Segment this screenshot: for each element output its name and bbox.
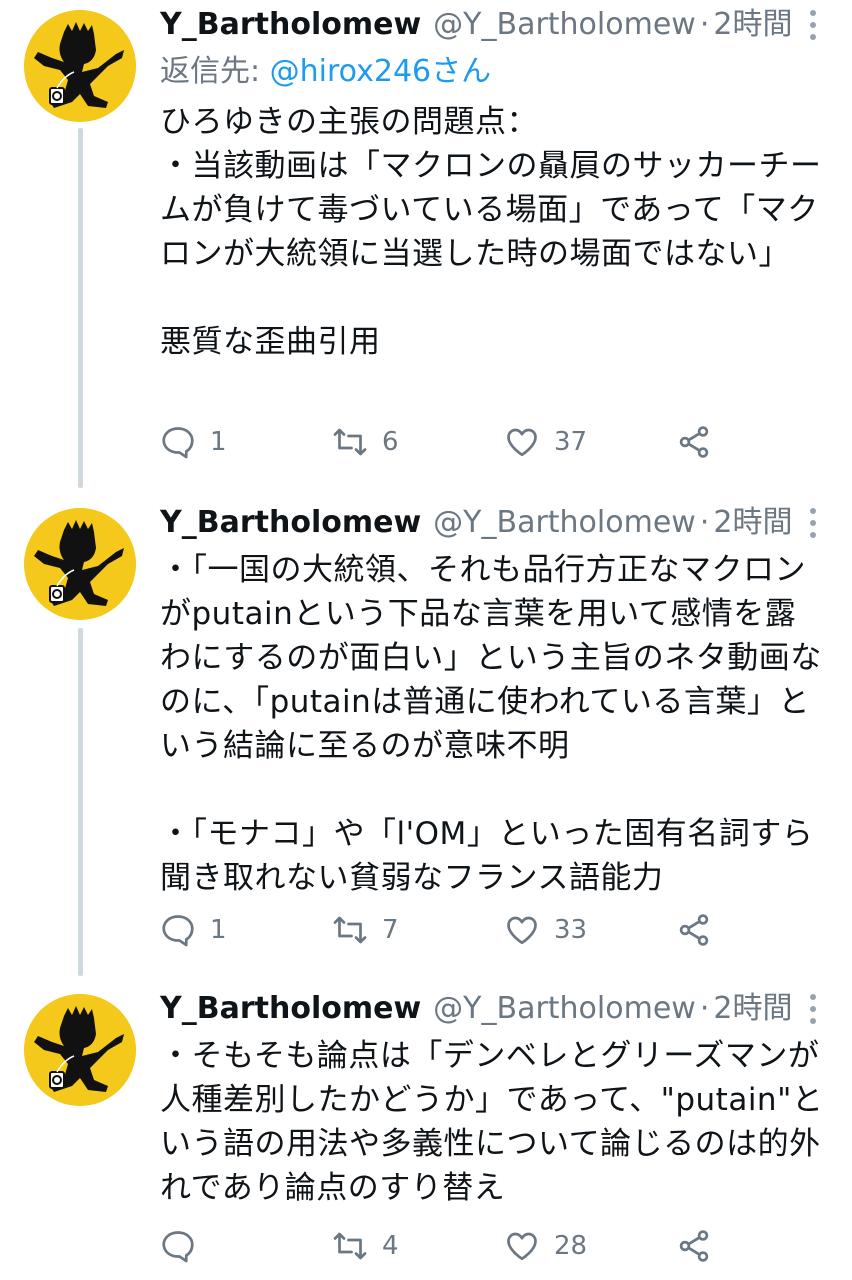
- user-avatar[interactable]: [24, 508, 136, 620]
- share-button[interactable]: [676, 420, 712, 464]
- retweet-count: 6: [382, 427, 399, 457]
- like-count: 33: [554, 915, 588, 945]
- user-avatar[interactable]: [24, 10, 136, 122]
- retweet-button[interactable]: 7: [332, 908, 399, 952]
- reply-to-label: 返信先:: [160, 54, 270, 89]
- reply-mention-link[interactable]: @hirox246さん: [270, 54, 491, 89]
- display-name[interactable]: Y_Bartholomew: [160, 0, 421, 50]
- heart-icon: [507, 428, 537, 457]
- silhouette-icon: [24, 10, 136, 122]
- tweet-header: Y_Bartholomew @Y_Bartholomew · 2時間: [160, 984, 824, 1034]
- display-name[interactable]: Y_Bartholomew: [160, 498, 421, 548]
- like-button[interactable]: 33: [504, 908, 587, 952]
- more-options-icon[interactable]: [808, 994, 818, 1024]
- speech-bubble-icon: [162, 915, 194, 947]
- retweet-arrows-icon: [333, 1232, 367, 1260]
- share-button[interactable]: [676, 908, 712, 952]
- user-handle[interactable]: @Y_Bartholomew: [433, 498, 696, 548]
- tweet-text: ・「一国の大統領、それも品行方正なマクロンがputainという下品な言葉を用いて…: [160, 552, 822, 896]
- like-count: 28: [554, 1231, 588, 1261]
- tweet-header: Y_Bartholomew @Y_Bartholomew · 2時間: [160, 0, 824, 50]
- reply-button[interactable]: [160, 1224, 210, 1268]
- retweet-button[interactable]: 6: [332, 420, 399, 464]
- retweet-button[interactable]: 4: [332, 1224, 399, 1268]
- reply-to-line: 返信先: @hirox246さん: [160, 50, 824, 94]
- tweet-actions: 1 7 33: [160, 908, 720, 952]
- tweet-thread: Y_Bartholomew @Y_Bartholomew · 2時間 返信先: …: [0, 0, 852, 1280]
- reply-button[interactable]: 1: [160, 908, 227, 952]
- tweet-timestamp[interactable]: 2時間: [713, 498, 792, 548]
- retweet-count: 7: [382, 915, 399, 945]
- tweet[interactable]: Y_Bartholomew @Y_Bartholomew · 2時間 ・そもそも…: [0, 984, 852, 1280]
- tweet[interactable]: Y_Bartholomew @Y_Bartholomew · 2時間 返信先: …: [0, 0, 852, 490]
- tweet-timestamp[interactable]: 2時間: [713, 0, 792, 50]
- tweet[interactable]: Y_Bartholomew @Y_Bartholomew · 2時間 ・「一国の…: [0, 498, 852, 978]
- speech-bubble-icon: [162, 1231, 194, 1263]
- silhouette-icon: [24, 994, 136, 1106]
- retweet-count: 4: [382, 1231, 399, 1261]
- separator-dot: ·: [699, 991, 710, 1026]
- like-count: 37: [554, 427, 588, 457]
- share-button[interactable]: [676, 1224, 712, 1268]
- display-name[interactable]: Y_Bartholomew: [160, 984, 421, 1034]
- tweet-header: Y_Bartholomew @Y_Bartholomew · 2時間: [160, 498, 824, 548]
- tweet-timestamp[interactable]: 2時間: [713, 984, 792, 1034]
- reply-button[interactable]: 1: [160, 420, 227, 464]
- tweet-text: ・そもそも論点は「デンベレとグリーズマンが人種差別したかどうか」であって、"pu…: [160, 1038, 824, 1206]
- like-button[interactable]: 28: [504, 1224, 587, 1268]
- tweet-actions: 4 28: [160, 1224, 720, 1268]
- user-handle[interactable]: @Y_Bartholomew: [433, 984, 696, 1034]
- like-button[interactable]: 37: [504, 420, 587, 464]
- tweet-text: ひろゆきの主張の問題点： ・当該動画は「マクロンの贔屓のサッカーチームが負けて毒…: [160, 104, 822, 360]
- share-icon: [679, 1230, 709, 1262]
- reply-count: 1: [210, 427, 227, 457]
- more-options-icon[interactable]: [808, 508, 818, 538]
- retweet-arrows-icon: [333, 428, 367, 456]
- tweet-actions: 1 6 37: [160, 420, 720, 464]
- reply-count: 1: [210, 915, 227, 945]
- user-handle[interactable]: @Y_Bartholomew: [433, 0, 696, 50]
- heart-icon: [507, 916, 537, 945]
- speech-bubble-icon: [162, 427, 194, 459]
- retweet-arrows-icon: [333, 916, 367, 944]
- user-avatar[interactable]: [24, 994, 136, 1106]
- heart-icon: [507, 1232, 537, 1261]
- share-icon: [679, 426, 709, 458]
- more-options-icon[interactable]: [808, 10, 818, 40]
- separator-dot: ·: [699, 7, 710, 42]
- separator-dot: ·: [699, 505, 710, 540]
- silhouette-icon: [24, 508, 136, 620]
- share-icon: [679, 914, 709, 946]
